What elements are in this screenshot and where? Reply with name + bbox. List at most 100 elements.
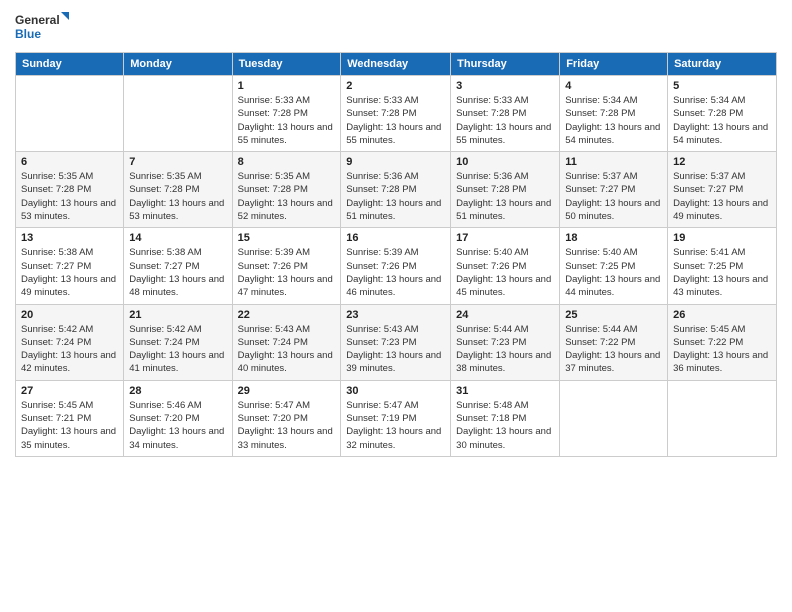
day-info: Sunrise: 5:38 AM Sunset: 7:27 PM Dayligh… [21,246,118,299]
day-info: Sunrise: 5:45 AM Sunset: 7:22 PM Dayligh… [673,323,771,376]
calendar-table: SundayMondayTuesdayWednesdayThursdayFrid… [15,52,777,457]
week-row-1: 1Sunrise: 5:33 AM Sunset: 7:28 PM Daylig… [16,76,777,152]
day-info: Sunrise: 5:48 AM Sunset: 7:18 PM Dayligh… [456,399,554,452]
calendar-cell: 2Sunrise: 5:33 AM Sunset: 7:28 PM Daylig… [341,76,451,152]
day-info: Sunrise: 5:34 AM Sunset: 7:28 PM Dayligh… [565,94,662,147]
calendar-cell: 12 Sunrise: 5:37 AM Sunset: 7:27 PM Dayli… [668,152,777,228]
calendar-cell: 6Sunrise: 5:35 AM Sunset: 7:28 PM Daylig… [16,152,124,228]
calendar-cell: 5Sunrise: 5:34 AM Sunset: 7:28 PM Daylig… [668,76,777,152]
logo: General Blue [15,10,70,46]
day-info: Sunrise: 5:40 AM Sunset: 7:26 PM Dayligh… [456,246,554,299]
calendar-cell: 26 Sunrise: 5:45 AM Sunset: 7:22 PM Dayli… [668,304,777,380]
day-number: 22 [238,309,336,321]
day-info: Sunrise: 5:33 AM Sunset: 7:28 PM Dayligh… [456,94,554,147]
calendar-cell: 13 Sunrise: 5:38 AM Sunset: 7:27 PM Dayli… [16,228,124,304]
calendar-cell: 20 Sunrise: 5:42 AM Sunset: 7:24 PM Dayli… [16,304,124,380]
col-header-tuesday: Tuesday [232,53,341,76]
day-number: 14 [129,232,226,244]
header: General Blue [15,10,777,46]
calendar-cell: 31 Sunrise: 5:48 AM Sunset: 7:18 PM Dayli… [451,380,560,456]
day-number: 15 [238,232,336,244]
calendar-cell: 1Sunrise: 5:33 AM Sunset: 7:28 PM Daylig… [232,76,341,152]
day-info: Sunrise: 5:42 AM Sunset: 7:24 PM Dayligh… [129,323,226,376]
day-number: 13 [21,232,118,244]
calendar-cell: 28 Sunrise: 5:46 AM Sunset: 7:20 PM Dayli… [124,380,232,456]
day-info: Sunrise: 5:38 AM Sunset: 7:27 PM Dayligh… [129,246,226,299]
day-number: 16 [346,232,445,244]
calendar-cell: 29 Sunrise: 5:47 AM Sunset: 7:20 PM Dayli… [232,380,341,456]
calendar-cell: 30Sunrise: 5:47 AM Sunset: 7:19 PM Dayli… [341,380,451,456]
day-number: 30 [346,385,445,397]
calendar-cell [560,380,668,456]
day-number: 7 [129,156,226,168]
calendar-cell: 11Sunrise: 5:37 AM Sunset: 7:27 PM Dayli… [560,152,668,228]
calendar-cell: 24 Sunrise: 5:44 AM Sunset: 7:23 PM Dayli… [451,304,560,380]
col-header-monday: Monday [124,53,232,76]
day-info: Sunrise: 5:41 AM Sunset: 7:25 PM Dayligh… [673,246,771,299]
day-info: Sunrise: 5:46 AM Sunset: 7:20 PM Dayligh… [129,399,226,452]
day-info: Sunrise: 5:44 AM Sunset: 7:23 PM Dayligh… [456,323,554,376]
calendar-cell: 16 Sunrise: 5:39 AM Sunset: 7:26 PM Dayli… [341,228,451,304]
day-number: 25 [565,309,662,321]
calendar-cell: 3 Sunrise: 5:33 AM Sunset: 7:28 PM Daylig… [451,76,560,152]
day-info: Sunrise: 5:35 AM Sunset: 7:28 PM Dayligh… [238,170,336,223]
day-info: Sunrise: 5:35 AM Sunset: 7:28 PM Dayligh… [129,170,226,223]
day-number: 3 [456,80,554,92]
calendar-cell: 22Sunrise: 5:43 AM Sunset: 7:24 PM Dayli… [232,304,341,380]
calendar-cell: 8 Sunrise: 5:35 AM Sunset: 7:28 PM Daylig… [232,152,341,228]
logo-svg: General Blue [15,10,70,46]
day-number: 27 [21,385,118,397]
calendar-cell: 27 Sunrise: 5:45 AM Sunset: 7:21 PM Dayli… [16,380,124,456]
page: General Blue SundayMondayTuesdayWednesda… [0,0,792,612]
calendar-cell [124,76,232,152]
calendar-cell: 23 Sunrise: 5:43 AM Sunset: 7:23 PM Dayli… [341,304,451,380]
day-number: 2 [346,80,445,92]
calendar-cell: 15 Sunrise: 5:39 AM Sunset: 7:26 PM Dayli… [232,228,341,304]
day-number: 10 [456,156,554,168]
day-number: 4 [565,80,662,92]
calendar-cell [668,380,777,456]
day-number: 31 [456,385,554,397]
day-info: Sunrise: 5:33 AM Sunset: 7:28 PM Dayligh… [238,94,336,147]
day-info: Sunrise: 5:34 AM Sunset: 7:28 PM Dayligh… [673,94,771,147]
week-row-3: 13 Sunrise: 5:38 AM Sunset: 7:27 PM Dayli… [16,228,777,304]
day-number: 21 [129,309,226,321]
calendar-cell: 25 Sunrise: 5:44 AM Sunset: 7:22 PM Dayli… [560,304,668,380]
week-row-2: 6 Sunrise: 5:35 AM Sunset: 7:28 PM Daylig… [16,152,777,228]
col-header-friday: Friday [560,53,668,76]
calendar-cell: 10 Sunrise: 5:36 AM Sunset: 7:28 PM Dayli… [451,152,560,228]
day-info: Sunrise: 5:44 AM Sunset: 7:22 PM Dayligh… [565,323,662,376]
day-number: 28 [129,385,226,397]
day-number: 12 [673,156,771,168]
day-info: Sunrise: 5:39 AM Sunset: 7:26 PM Dayligh… [346,246,445,299]
day-number: 19 [673,232,771,244]
day-number: 24 [456,309,554,321]
day-info: Sunrise: 5:36 AM Sunset: 7:28 PM Dayligh… [346,170,445,223]
day-number: 6 [21,156,118,168]
day-info: Sunrise: 5:37 AM Sunset: 7:27 PM Dayligh… [673,170,771,223]
day-info: Sunrise: 5:36 AM Sunset: 7:28 PM Dayligh… [456,170,554,223]
day-number: 8 [238,156,336,168]
col-header-sunday: Sunday [16,53,124,76]
week-row-4: 20 Sunrise: 5:42 AM Sunset: 7:24 PM Dayli… [16,304,777,380]
col-header-saturday: Saturday [668,53,777,76]
day-number: 29 [238,385,336,397]
calendar-cell: 17Sunrise: 5:40 AM Sunset: 7:26 PM Dayli… [451,228,560,304]
calendar-cell: 7 Sunrise: 5:35 AM Sunset: 7:28 PM Daylig… [124,152,232,228]
calendar-cell: 4 Sunrise: 5:34 AM Sunset: 7:28 PM Daylig… [560,76,668,152]
calendar-cell: 18Sunrise: 5:40 AM Sunset: 7:25 PM Dayli… [560,228,668,304]
day-info: Sunrise: 5:40 AM Sunset: 7:25 PM Dayligh… [565,246,662,299]
day-number: 23 [346,309,445,321]
calendar-cell: 9Sunrise: 5:36 AM Sunset: 7:28 PM Daylig… [341,152,451,228]
day-number: 20 [21,309,118,321]
day-info: Sunrise: 5:37 AM Sunset: 7:27 PM Dayligh… [565,170,662,223]
calendar-cell [16,76,124,152]
day-info: Sunrise: 5:43 AM Sunset: 7:23 PM Dayligh… [346,323,445,376]
day-info: Sunrise: 5:45 AM Sunset: 7:21 PM Dayligh… [21,399,118,452]
day-info: Sunrise: 5:42 AM Sunset: 7:24 PM Dayligh… [21,323,118,376]
day-info: Sunrise: 5:47 AM Sunset: 7:20 PM Dayligh… [238,399,336,452]
col-header-thursday: Thursday [451,53,560,76]
day-info: Sunrise: 5:39 AM Sunset: 7:26 PM Dayligh… [238,246,336,299]
day-number: 26 [673,309,771,321]
calendar-cell: 19 Sunrise: 5:41 AM Sunset: 7:25 PM Dayli… [668,228,777,304]
